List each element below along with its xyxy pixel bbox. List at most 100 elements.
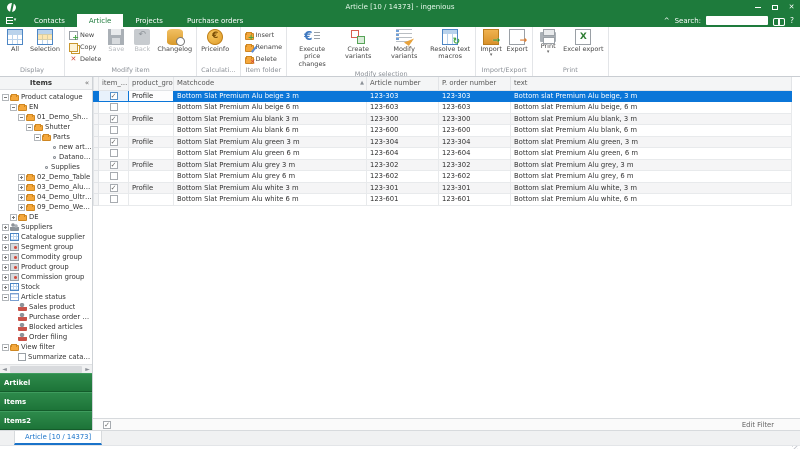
tree-item-order-filing[interactable]: Order filing — [0, 332, 92, 342]
column-header-item[interactable]: item_... — [99, 77, 129, 90]
new-button[interactable]: New — [67, 29, 103, 41]
row-checkbox[interactable] — [110, 92, 118, 100]
tab-projects[interactable]: Projects — [123, 14, 175, 27]
row-checkbox[interactable] — [110, 172, 118, 180]
tree-item-sales-product[interactable]: Sales product — [0, 302, 92, 312]
table-row[interactable]: Bottom Slat Premium Alu grey 6 m123-6021… — [94, 171, 792, 183]
all-button[interactable]: All — [2, 28, 28, 54]
help-button[interactable]: ? — [790, 16, 794, 25]
modify-variants-button[interactable]: Modify variants — [381, 28, 427, 62]
tree-item-article-status[interactable]: Article status — [0, 292, 92, 302]
document-tab-article[interactable]: Article [10 / 14373] — [14, 431, 102, 445]
tab-purchase-orders[interactable]: Purchase orders — [175, 14, 255, 27]
tab-contacts[interactable]: Contacts — [22, 14, 77, 27]
export-button[interactable]: Export — [504, 28, 530, 54]
execute-price-changes-button[interactable]: Execute price changes — [289, 28, 335, 69]
tree-item-shutter[interactable]: Shutter — [0, 122, 92, 132]
dock-panel-items2[interactable]: Items2 — [0, 411, 92, 430]
row-checkbox-cell[interactable] — [99, 182, 129, 194]
tree-item-parts[interactable]: Parts — [0, 132, 92, 142]
copy-button[interactable]: Copy — [67, 41, 103, 53]
tree-item-stock[interactable]: Stock — [0, 282, 92, 292]
collapse-toggle-icon[interactable] — [26, 124, 33, 131]
close-button[interactable]: ✕ — [783, 0, 800, 14]
tree-item-view-filter[interactable]: View filter — [0, 342, 92, 352]
tree-item-commission-group[interactable]: Commission group — [0, 272, 92, 282]
app-menu-button[interactable]: ▾ — [0, 14, 22, 27]
tree-item-blocked-articles[interactable]: Blocked articles — [0, 322, 92, 332]
resolve-text-macros-button[interactable]: Resolve text macros — [427, 28, 473, 62]
row-checkbox-cell[interactable] — [99, 148, 129, 160]
resize-grip[interactable] — [792, 446, 798, 449]
table-row[interactable]: ProfileBottom Slat Premium Alu grey 3 m1… — [94, 159, 792, 171]
tree-item-de[interactable]: DE — [0, 212, 92, 222]
table-row[interactable]: Bottom Slat Premium Alu white 6 m123-601… — [94, 194, 792, 206]
row-checkbox[interactable] — [110, 103, 118, 111]
row-checkbox[interactable] — [110, 149, 118, 157]
expand-toggle-icon[interactable] — [2, 284, 9, 291]
dock-panel-artikel[interactable]: Artikel — [0, 373, 92, 392]
row-checkbox[interactable] — [110, 184, 118, 192]
collapse-toggle-icon[interactable] — [2, 344, 9, 351]
sidebar-horizontal-scrollbar[interactable]: ◄ ► — [0, 364, 92, 373]
column-header-p-order-number[interactable]: P. order number — [439, 77, 511, 90]
table-row[interactable]: Bottom Slat Premium Alu blank 6 m123-600… — [94, 125, 792, 137]
tree-item-supplies[interactable]: Supplies — [0, 162, 92, 172]
tree-item-02-demo-table[interactable]: 02_Demo_Table — [0, 172, 92, 182]
tree-item-04-demo-ultralite-doors[interactable]: 04_Demo_Ultralite-Doors — [0, 192, 92, 202]
table-row[interactable]: ProfileBottom Slat Premium Alu beige 3 m… — [94, 90, 792, 102]
expand-toggle-icon[interactable] — [18, 174, 25, 181]
maximize-button[interactable] — [766, 0, 783, 14]
row-checkbox-cell[interactable] — [99, 113, 129, 125]
tree-item-product-group[interactable]: Product group — [0, 262, 92, 272]
row-checkbox-cell[interactable] — [99, 159, 129, 171]
expand-toggle-icon[interactable] — [2, 244, 9, 251]
tree-item-commodity-group[interactable]: Commodity group — [0, 252, 92, 262]
edit-filter-button[interactable]: Edit Filter — [742, 421, 774, 429]
column-header-article-number[interactable]: Article number — [367, 77, 439, 90]
tree-item-01-demo-shutter[interactable]: 01_Demo_Shutter — [0, 112, 92, 122]
expand-toggle-icon[interactable] — [2, 254, 9, 261]
insert-button[interactable]: Insert — [243, 29, 285, 41]
table-row[interactable]: ProfileBottom Slat Premium Alu green 3 m… — [94, 136, 792, 148]
tree-item-suppliers[interactable]: Suppliers — [0, 222, 92, 232]
expand-toggle-icon[interactable] — [2, 264, 9, 271]
delete-button[interactable]: Delete — [67, 53, 103, 65]
selection-button[interactable]: Selection — [28, 28, 62, 54]
row-checkbox[interactable] — [110, 161, 118, 169]
table-row[interactable]: Bottom Slat Premium Alu beige 6 m123-603… — [94, 102, 792, 114]
checkbox[interactable] — [18, 353, 26, 361]
expand-toggle-icon[interactable] — [2, 234, 9, 241]
tree-item-product-catalogue[interactable]: Product catalogue — [0, 92, 92, 102]
collapse-toggle-icon[interactable] — [2, 294, 9, 301]
collapse-ribbon-button[interactable]: ^ — [664, 17, 670, 25]
delete-button[interactable]: Delete — [243, 53, 285, 65]
row-checkbox-cell[interactable] — [99, 136, 129, 148]
tab-article[interactable]: Article — [77, 14, 123, 27]
expand-toggle-icon[interactable] — [2, 224, 9, 231]
expand-toggle-icon[interactable] — [18, 184, 25, 191]
table-row[interactable]: ProfileBottom Slat Premium Alu white 3 m… — [94, 182, 792, 194]
expand-toggle-icon[interactable] — [18, 194, 25, 201]
binoculars-search-icon[interactable] — [773, 17, 785, 25]
row-checkbox[interactable] — [110, 195, 118, 203]
import-button[interactable]: Import▾ — [478, 28, 504, 59]
row-checkbox-cell[interactable] — [99, 194, 129, 206]
column-header-text[interactable]: text — [511, 77, 792, 90]
row-checkbox-cell[interactable] — [99, 90, 129, 102]
search-input[interactable] — [706, 16, 768, 25]
sidebar-collapse-button[interactable]: « — [82, 79, 92, 87]
expand-toggle-icon[interactable] — [2, 274, 9, 281]
collapse-toggle-icon[interactable] — [10, 104, 17, 111]
filter-checkbox[interactable] — [103, 421, 111, 429]
tree-item-catalogue-supplier[interactable]: Catalogue supplier — [0, 232, 92, 242]
row-checkbox[interactable] — [110, 115, 118, 123]
tree-item-datanorm-import[interactable]: Datanorm import — [0, 152, 92, 162]
changelog-button[interactable]: Changelog — [155, 28, 194, 54]
column-header-product-group-id[interactable]: product_group_ID — [129, 77, 174, 90]
row-checkbox[interactable] — [110, 126, 118, 134]
rename-button[interactable]: Rename — [243, 41, 285, 53]
tree-item-03-demo-alutech[interactable]: 03_Demo_Alutech — [0, 182, 92, 192]
table-row[interactable]: Bottom Slat Premium Alu green 6 m123-604… — [94, 148, 792, 160]
tree-item-purchase-order-article[interactable]: Purchase order article — [0, 312, 92, 322]
